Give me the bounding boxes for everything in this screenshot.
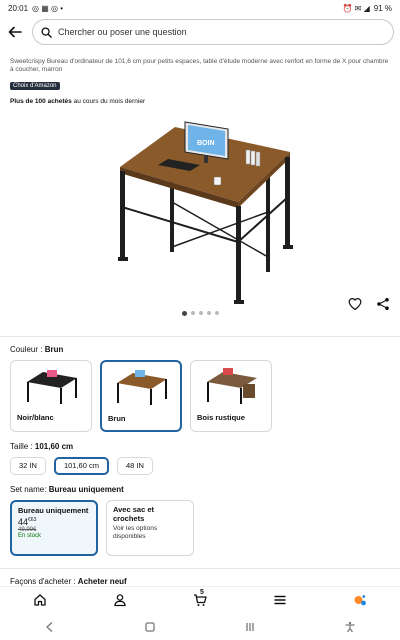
color-options: Noir/blanc Brun Bois rustique [0, 354, 400, 432]
sales-info: Plus de 100 achetés au cours du mois der… [0, 92, 400, 105]
search-input[interactable] [58, 27, 385, 37]
bottom-navigation: 5 [0, 586, 400, 612]
status-right: ⏰ ✉ ◢ 91 % [343, 4, 393, 13]
rufus-assistant-icon [354, 594, 366, 605]
carousel-dots[interactable] [0, 310, 400, 316]
heart-icon [348, 297, 362, 311]
desk-illustration: BOIN [118, 121, 293, 304]
sales-period: au cours du mois dernier [71, 98, 146, 105]
monitor-text: BOIN [197, 140, 215, 147]
black-desk-thumbnail-icon [27, 369, 77, 404]
carousel-dot[interactable] [181, 310, 187, 316]
carousel-dot[interactable] [190, 311, 195, 315]
color-option-name: Noir/blanc [17, 412, 54, 422]
user-icon [114, 593, 126, 606]
section-divider [0, 567, 400, 569]
nav-cart[interactable]: 5 [180, 588, 220, 612]
nav-home[interactable] [20, 588, 60, 612]
share-button[interactable] [376, 297, 390, 311]
set-label-text: Set name: [10, 484, 49, 494]
size-label: Taille : 101,60 cm [0, 442, 400, 451]
color-option-noir-blanc[interactable]: Noir/blanc [10, 359, 92, 432]
system-navigation-bar [0, 612, 400, 640]
set-option-title: Avec sac et crochets [113, 504, 155, 523]
product-title[interactable]: Sweetcrispy Bureau d'ordinateur de 101,6… [0, 48, 400, 74]
system-back-button[interactable] [44, 620, 56, 632]
nav-account[interactable] [100, 588, 140, 612]
set-selected-value: Bureau uniquement [48, 484, 124, 494]
color-option-brun[interactable]: Brun [100, 359, 182, 432]
chevron-left-icon [46, 622, 53, 632]
search-header [0, 16, 400, 48]
status-left: 20:01 ◎ ▦ ◎ • [8, 4, 63, 13]
system-recents-button[interactable] [244, 620, 256, 632]
nav-menu[interactable] [260, 588, 300, 612]
rustic-desk-thumbnail-icon [207, 367, 257, 404]
accessibility-icon [345, 621, 355, 633]
status-time: 20:01 [8, 3, 29, 13]
nav-rufus[interactable] [340, 588, 380, 612]
purchase-selected-value: Acheter neuf [77, 576, 127, 586]
search-box[interactable] [32, 19, 394, 45]
product-image[interactable]: BOIN [0, 107, 400, 307]
purchase-label: Façons d'acheter : Acheter neuf [0, 577, 400, 586]
set-option-stock: En stock [18, 532, 42, 539]
hamburger-menu-icon [274, 595, 286, 604]
battery-level: 91 % [373, 3, 392, 13]
color-thumb-brun [102, 362, 180, 412]
square-home-icon [145, 622, 155, 632]
amazon-choice-badge[interactable]: Choix d'Amazon [10, 82, 60, 90]
price-cents: €63 [28, 516, 37, 523]
size-selected-value: 101,60 cm [34, 441, 74, 451]
system-accessibility-button[interactable] [344, 620, 356, 633]
price-main: 44 [18, 516, 29, 527]
color-label-text: Couleur : [10, 344, 45, 354]
status-system-icons: ⏰ ✉ ◢ [342, 3, 370, 13]
color-selected-value: Brun [44, 344, 64, 354]
brown-desk-thumbnail-icon [117, 369, 167, 405]
search-icon [41, 26, 52, 38]
set-option-subtext: Voir les options disponibles [113, 524, 158, 540]
set-option-avec-sac[interactable]: Avec sac et crochets Voir les options di… [106, 499, 194, 556]
sales-count: Plus de 100 achetés [10, 98, 72, 105]
color-thumb-bois-rustique [191, 361, 271, 411]
section-divider [0, 335, 400, 337]
status-notification-icons: ◎ ▦ ◎ • [32, 3, 64, 13]
set-label: Set name: Bureau uniquement [0, 485, 400, 494]
status-bar: 20:01 ◎ ▦ ◎ • ⏰ ✉ ◢ 91 % [0, 0, 400, 16]
color-label: Couleur : Brun [0, 345, 400, 354]
carousel-dot[interactable] [198, 311, 203, 315]
system-home-button[interactable] [144, 620, 156, 632]
color-option-name: Bois rustique [197, 412, 245, 422]
size-label-text: Taille : [10, 441, 35, 451]
back-button[interactable] [4, 21, 26, 43]
size-option-48in[interactable]: 48 IN [116, 456, 153, 475]
wishlist-button[interactable] [348, 297, 362, 311]
set-options: Bureau uniquement 44€63 49,99€ En stock … [0, 494, 400, 556]
cart-count-badge: 5 [200, 588, 204, 596]
color-option-name: Brun [108, 413, 126, 423]
color-thumb-noir-blanc [11, 361, 91, 411]
purchase-label-text: Façons d'acheter : [10, 576, 78, 586]
color-option-bois-rustique[interactable]: Bois rustique [190, 359, 272, 432]
set-option-price: 44€63 [18, 517, 90, 527]
recents-lines-icon [246, 623, 254, 631]
image-actions [348, 297, 390, 311]
size-options: 32 IN 101,60 cm 48 IN [0, 451, 400, 475]
share-icon [377, 298, 389, 310]
home-icon [34, 593, 46, 606]
set-option-bureau-uniquement[interactable]: Bureau uniquement 44€63 49,99€ En stock [10, 499, 98, 556]
carousel-dot[interactable] [214, 311, 219, 315]
size-option-101cm[interactable]: 101,60 cm [53, 456, 109, 475]
set-option-title: Bureau uniquement [18, 505, 89, 515]
size-option-32in[interactable]: 32 IN [10, 456, 46, 475]
carousel-dot[interactable] [206, 311, 211, 315]
back-arrow-icon [8, 26, 22, 38]
product-page: 20:01 ◎ ▦ ◎ • ⏰ ✉ ◢ 91 % Sweetcrispy Bur… [0, 0, 400, 640]
